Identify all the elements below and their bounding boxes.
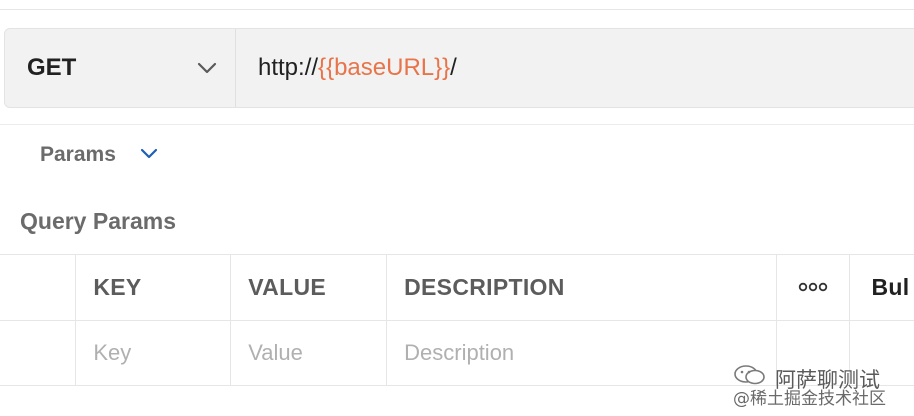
watermark-sub: @稀土掘金技术社区: [733, 389, 886, 409]
checkbox-column-header: [0, 255, 77, 320]
chevron-down-icon: [197, 62, 217, 74]
url-input[interactable]: http://{{baseURL}} /: [236, 29, 914, 107]
table-header-row: KEY VALUE DESCRIPTION Bul: [0, 255, 914, 321]
method-dropdown[interactable]: GET: [5, 29, 236, 107]
url-suffix: /: [450, 54, 457, 81]
column-header-description: DESCRIPTION: [387, 255, 778, 320]
watermark: 阿萨聊测试 @稀土掘金技术社区: [733, 362, 914, 409]
value-input[interactable]: [248, 340, 387, 366]
description-input[interactable]: [404, 340, 777, 366]
column-header-key: KEY: [76, 255, 232, 320]
section-divider: [0, 124, 914, 125]
column-header-value: VALUE: [231, 255, 388, 320]
more-horizontal-icon: [798, 279, 828, 297]
tab-params-label: Params: [40, 143, 116, 166]
tab-params[interactable]: Params: [40, 143, 158, 167]
url-prefix: http://: [258, 54, 319, 81]
query-params-title: Query Params: [20, 208, 176, 234]
chevron-down-icon: [140, 146, 158, 164]
top-divider: [0, 9, 914, 10]
request-bar: GET http://{{baseURL}} /: [4, 28, 914, 108]
url-variable: {{baseURL}}: [318, 54, 451, 81]
bulk-edit-button[interactable]: Bul: [850, 255, 914, 320]
more-options-button[interactable]: [777, 255, 851, 320]
key-input[interactable]: [93, 340, 231, 366]
method-label: GET: [27, 54, 77, 81]
row-checkbox-cell: [0, 321, 77, 385]
